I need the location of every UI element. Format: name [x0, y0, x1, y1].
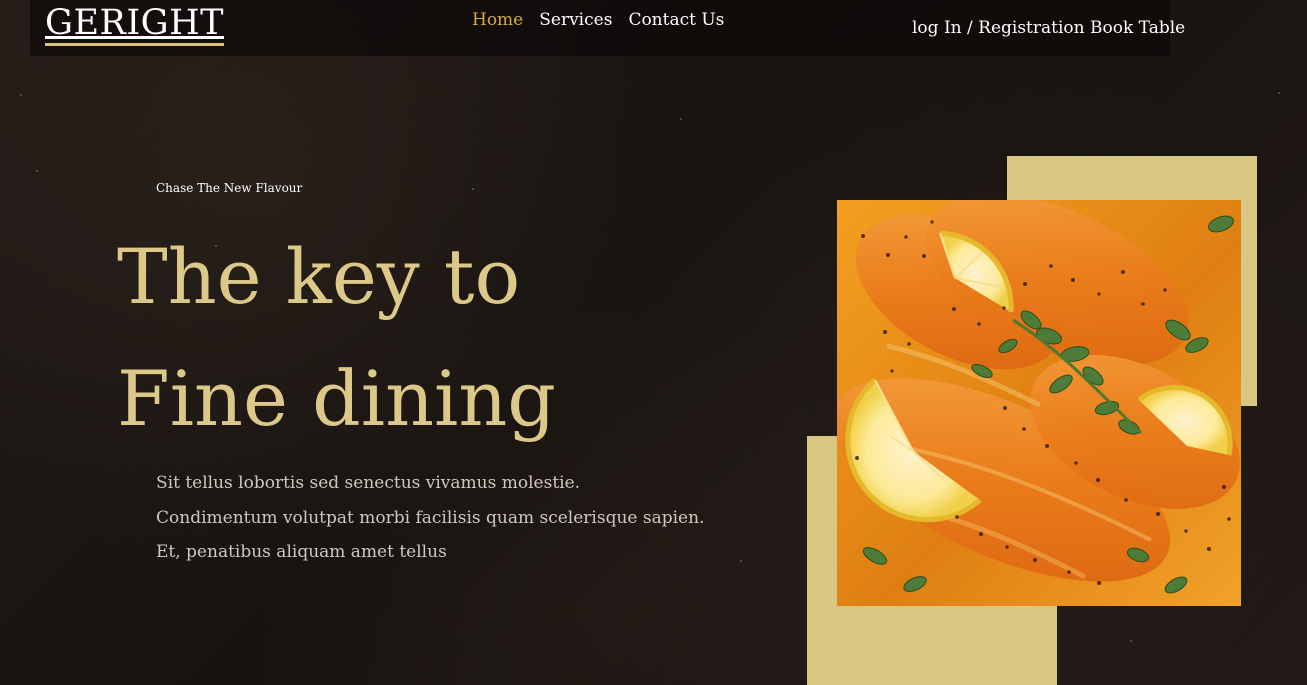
salmon-dish-illustration [837, 200, 1241, 606]
hero-title: The key to Fine dining [117, 216, 637, 460]
background-texture-speck [680, 118, 682, 120]
hero-description-line-3: Et, penatibus aliquam amet tellus [156, 542, 447, 562]
hero-title-line-2: Fine dining [117, 354, 556, 443]
salmon-dish-image [837, 200, 1241, 606]
login-registration-book-table-link[interactable]: log In / Registration Book Table [912, 17, 1185, 39]
background-texture-speck [472, 188, 474, 190]
brand-logo[interactable]: GERIGHT [45, 3, 225, 46]
hero-description-line-1: Sit tellus lobortis sed senectus vivamus… [156, 473, 581, 493]
hero-description: Sit tellus lobortis sed senectus vivamus… [156, 466, 776, 570]
primary-navigation: Home Services Contact Us [472, 9, 724, 31]
background-texture-speck [1278, 92, 1280, 94]
background-texture-speck [20, 94, 22, 96]
background-texture-speck [36, 170, 38, 172]
nav-item-contact-us[interactable]: Contact Us [628, 9, 724, 31]
hero-description-line-2: Condimentum volutpat morbi facilisis qua… [156, 507, 705, 528]
nav-item-home[interactable]: Home [472, 9, 523, 31]
nav-item-services[interactable]: Services [539, 9, 612, 31]
landing-page: GERIGHT Home Services Contact Us log In … [0, 0, 1307, 685]
background-texture-speck [1130, 640, 1132, 642]
hero-title-line-1: The key to [117, 232, 521, 321]
hero-eyebrow: Chase The New Flavour [156, 181, 303, 195]
